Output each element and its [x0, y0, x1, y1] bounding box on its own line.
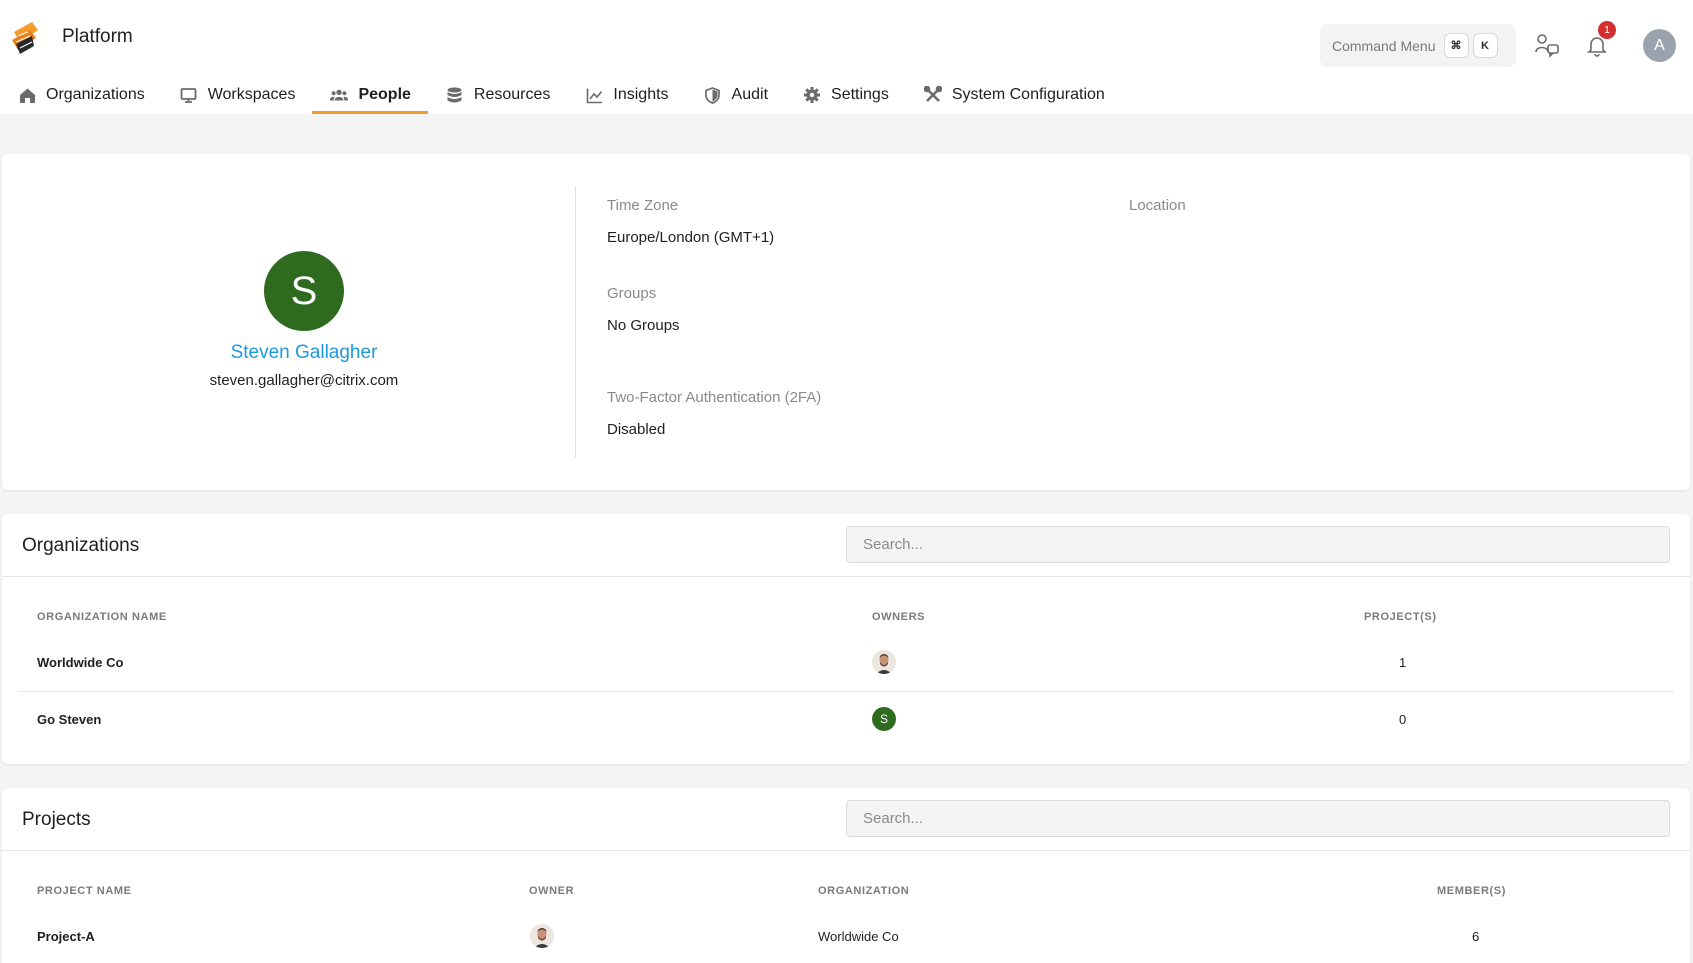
nav-insights-label: Insights	[613, 86, 669, 103]
nav-resources[interactable]: Resources	[428, 76, 567, 114]
org-row-divider	[18, 691, 1674, 692]
organizations-search-input[interactable]	[846, 526, 1670, 563]
profile-email: steven.gallagher@citrix.com	[209, 372, 399, 389]
groups-value: No Groups	[607, 317, 680, 334]
brand[interactable]: Platform	[10, 18, 133, 56]
shield-icon	[704, 86, 722, 104]
project-row-1-name[interactable]: Project-A	[37, 929, 95, 944]
col-owners: OWNERS	[872, 611, 926, 623]
projects-search-input[interactable]	[846, 800, 1670, 837]
command-menu-button[interactable]: Command Menu ⌘ K	[1320, 24, 1516, 67]
org-row-1-name[interactable]: Worldwide Co	[37, 655, 123, 670]
nav-insights[interactable]: Insights	[567, 76, 685, 114]
nav-audit-label: Audit	[731, 86, 769, 103]
chart-icon	[585, 86, 603, 104]
nav-organizations-label: Organizations	[46, 86, 145, 103]
owner-photo-avatar	[872, 650, 896, 674]
project-row-1-members: 6	[1472, 929, 1480, 944]
platform-logo-icon	[12, 22, 38, 54]
col-organization-name: ORGANIZATION NAME	[37, 611, 167, 623]
home-icon	[18, 86, 36, 104]
organizations-card: Organizations ORGANIZATION NAME OWNERS P…	[2, 514, 1690, 764]
col-members: MEMBER(S)	[1437, 885, 1506, 897]
nav-settings[interactable]: Settings	[785, 76, 906, 114]
app-name: Platform	[62, 26, 133, 47]
col-project-name: PROJECT NAME	[37, 885, 132, 897]
twofa-label: Two-Factor Authentication (2FA)	[607, 389, 822, 406]
org-row-2-name[interactable]: Go Steven	[37, 712, 101, 727]
col-organization: ORGANIZATION	[818, 885, 910, 897]
organizations-header-divider	[2, 576, 1690, 577]
col-projects: PROJECT(S)	[1364, 611, 1437, 623]
projects-header-divider	[2, 850, 1690, 851]
main-nav: Organizations Workspaces People Resource…	[0, 76, 1122, 114]
nav-settings-label: Settings	[831, 86, 889, 103]
groups-label: Groups	[607, 285, 657, 302]
nav-organizations[interactable]: Organizations	[0, 76, 162, 114]
people-icon	[330, 86, 349, 104]
time-zone-value: Europe/London (GMT+1)	[607, 229, 775, 246]
owner-initial-avatar: S	[872, 707, 896, 731]
projects-card: Projects PROJECT NAME OWNER ORGANIZATION…	[2, 788, 1690, 963]
notification-count-badge: 1	[1598, 21, 1616, 39]
people-chat-button[interactable]	[1530, 28, 1564, 62]
nav-system-configuration-label: System Configuration	[951, 86, 1105, 103]
nav-resources-label: Resources	[473, 86, 551, 103]
user-avatar[interactable]: A	[1643, 29, 1676, 62]
profile-divider	[575, 186, 576, 458]
owner-photo-avatar	[530, 924, 554, 948]
col-owner: OWNER	[529, 885, 575, 897]
org-row-2-projects: 0	[1399, 712, 1407, 727]
time-zone-label: Time Zone	[607, 197, 679, 214]
profile-name: Steven Gallagher	[230, 342, 378, 363]
top-bar: Platform Command Menu ⌘ K 1 A Organizati…	[0, 0, 1693, 114]
k-key: K	[1472, 33, 1498, 58]
profile-card: S Steven Gallagher steven.gallagher@citr…	[2, 154, 1690, 490]
project-row-1-organization: Worldwide Co	[818, 929, 899, 944]
projects-title: Projects	[22, 809, 91, 830]
org-row-1-projects: 1	[1399, 655, 1407, 670]
twofa-value: Disabled	[607, 421, 666, 438]
nav-workspaces[interactable]: Workspaces	[162, 76, 313, 114]
nav-system-configuration[interactable]: System Configuration	[906, 76, 1122, 114]
database-icon	[446, 86, 464, 104]
organizations-title: Organizations	[22, 535, 140, 556]
tools-icon	[923, 86, 942, 104]
profile-avatar: S	[264, 251, 344, 331]
nav-workspaces-label: Workspaces	[207, 86, 296, 103]
notifications-button[interactable]: 1	[1580, 21, 1616, 62]
monitor-icon	[180, 86, 198, 104]
command-key: ⌘	[1443, 33, 1469, 58]
nav-audit[interactable]: Audit	[686, 76, 785, 114]
person-chat-icon	[1535, 34, 1559, 58]
location-label: Location	[1129, 197, 1186, 214]
nav-people[interactable]: People	[312, 76, 429, 114]
nav-people-label: People	[358, 86, 411, 103]
command-menu-label: Command Menu	[1332, 37, 1436, 54]
gear-icon	[803, 86, 821, 104]
